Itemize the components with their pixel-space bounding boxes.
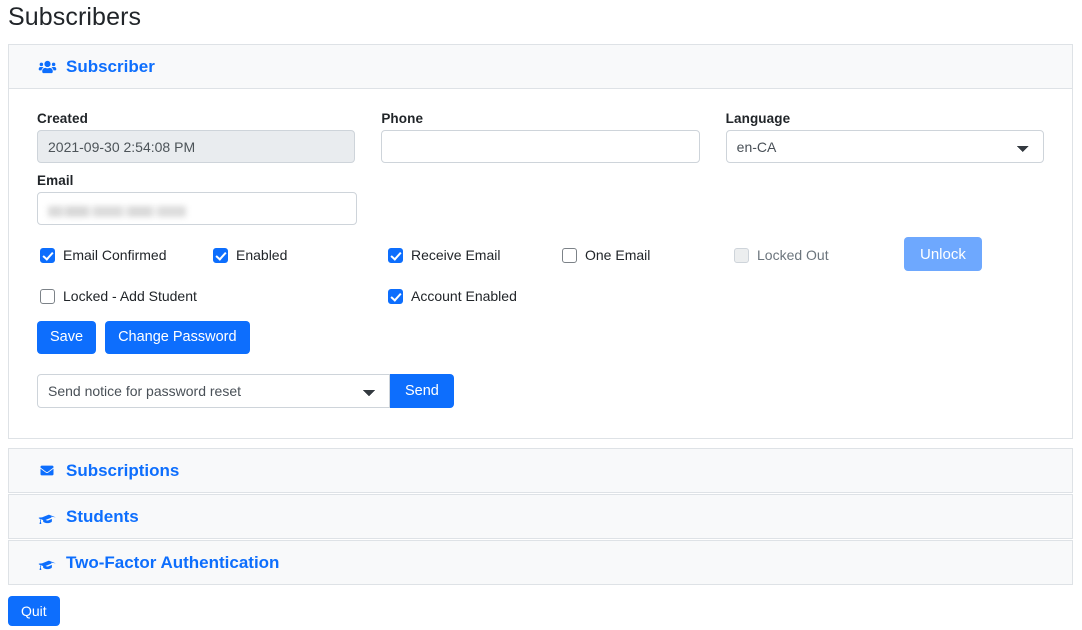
checkbox-box [388, 289, 403, 304]
checkbox-label: Locked - Add Student [63, 288, 197, 304]
accordion-two-factor-toggle[interactable]: Two-Factor Authentication [37, 554, 279, 571]
change-password-button[interactable]: Change Password [105, 321, 250, 354]
language-label: Language [726, 111, 1044, 126]
subscriber-accordion-toggle[interactable]: Subscriber [37, 58, 155, 75]
accordion-subscriptions-toggle[interactable]: Subscriptions [37, 462, 179, 479]
page-title: Subscribers [0, 0, 1082, 32]
checkbox-locked-add-student[interactable]: Locked - Add Student [40, 288, 197, 304]
subscriber-card: Subscriber Created Phone Language en-CA … [8, 44, 1073, 439]
envelope-icon [37, 463, 57, 479]
email-field-row: Email [37, 173, 1044, 225]
checkbox-enabled[interactable]: Enabled [213, 247, 287, 263]
checkbox-label: Locked Out [757, 247, 829, 263]
notice-select[interactable]: Send notice for password reset [37, 374, 390, 408]
created-label: Created [37, 111, 355, 126]
accordion-subscriptions[interactable]: Subscriptions [8, 448, 1073, 493]
phone-input[interactable] [381, 130, 699, 163]
created-input [37, 130, 355, 163]
email-label: Email [37, 173, 357, 188]
save-button[interactable]: Save [37, 321, 96, 354]
checkbox-box [213, 248, 228, 263]
subscriber-card-body: Created Phone Language en-CA Email [9, 89, 1072, 438]
checkbox-label: Account Enabled [411, 288, 517, 304]
language-field-group: Language en-CA [726, 111, 1044, 163]
checkbox-grid: Email Confirmed Enabled Receive Email On… [37, 243, 1044, 315]
accordion-students-toggle[interactable]: Students [37, 508, 139, 525]
phone-label: Phone [381, 111, 699, 126]
subscriber-accordion-label: Subscriber [66, 58, 155, 75]
action-buttons-row: Save Change Password [37, 321, 1044, 354]
checkbox-locked-out: Locked Out [734, 247, 829, 263]
footer-actions: Quit [8, 596, 60, 626]
graduation-cap-icon [37, 555, 57, 571]
users-icon [37, 59, 57, 75]
checkbox-label: Enabled [236, 247, 287, 263]
graduation-cap-icon [37, 509, 57, 525]
checkbox-label: Receive Email [411, 247, 500, 263]
checkbox-box [388, 248, 403, 263]
accordion-students-label: Students [66, 508, 139, 525]
created-field-group: Created [37, 111, 355, 163]
unlock-button[interactable]: Unlock [904, 237, 982, 271]
checkbox-box [40, 289, 55, 304]
language-select[interactable]: en-CA [726, 130, 1044, 163]
send-button[interactable]: Send [390, 374, 454, 408]
subscriber-accordion-header[interactable]: Subscriber [9, 45, 1072, 89]
checkbox-box [562, 248, 577, 263]
checkbox-one-email[interactable]: One Email [562, 247, 650, 263]
accordion-two-factor-authentication[interactable]: Two-Factor Authentication [8, 540, 1073, 585]
checkbox-box [40, 248, 55, 263]
checkbox-label: One Email [585, 247, 650, 263]
checkbox-label: Email Confirmed [63, 247, 166, 263]
checkbox-account-enabled[interactable]: Account Enabled [388, 288, 517, 304]
checkbox-email-confirmed[interactable]: Email Confirmed [40, 247, 166, 263]
primary-fields-row: Created Phone Language en-CA [37, 111, 1044, 163]
accordion-two-factor-label: Two-Factor Authentication [66, 554, 279, 571]
accordion-subscriptions-label: Subscriptions [66, 462, 179, 479]
quit-button[interactable]: Quit [8, 596, 60, 626]
email-redacted-overlay [48, 206, 186, 217]
checkbox-receive-email[interactable]: Receive Email [388, 247, 500, 263]
phone-field-group: Phone [381, 111, 699, 163]
accordion-students[interactable]: Students [8, 494, 1073, 539]
email-field-group: Email [37, 173, 357, 225]
send-notice-row: Send notice for password reset Send [37, 374, 1044, 408]
checkbox-box [734, 248, 749, 263]
